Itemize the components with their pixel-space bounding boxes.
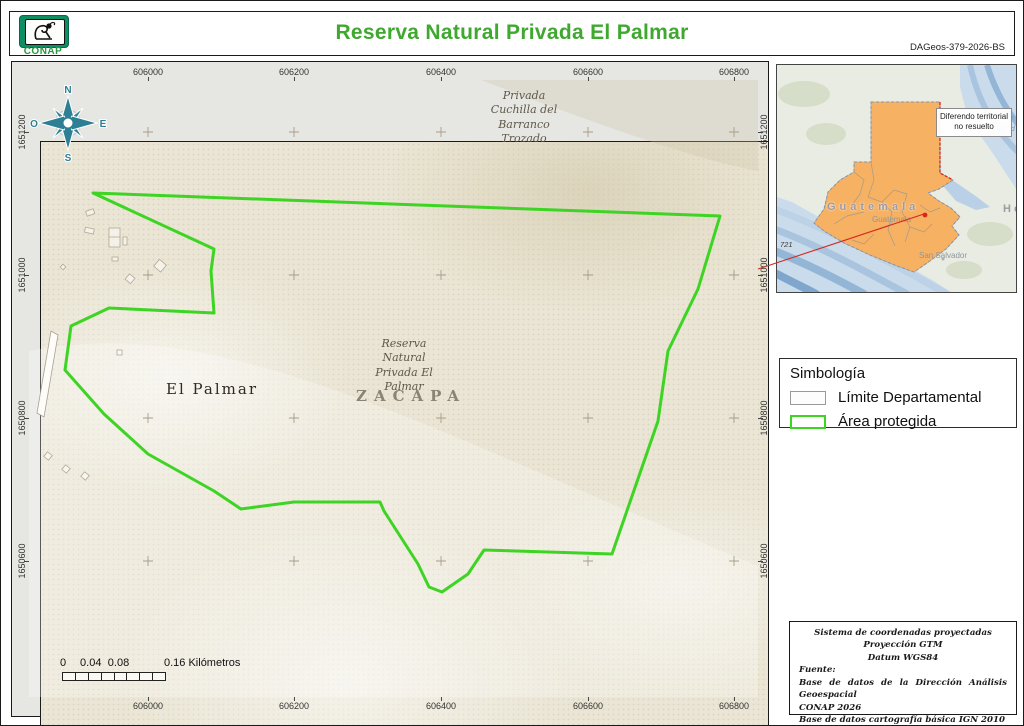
frame-tick <box>758 418 763 419</box>
label-el-palmar: El Palmar <box>166 380 258 398</box>
locator-inset-map: Guatemala Guatemala San Salvador Ho 721 … <box>776 64 1017 293</box>
label-departamento-zacapa: ZACAPA <box>356 387 466 405</box>
coord-bottom: 606000 <box>133 701 163 711</box>
compass-east-label: E <box>100 119 107 130</box>
scale-bar: 0 0.04 0.08 0.16 Kilómetros <box>51 657 271 689</box>
projection-line: Proyección GTM <box>799 639 1007 651</box>
coord-bottom: 606600 <box>573 701 603 711</box>
document-code: DAGeos-379-2026-BS <box>910 42 1005 53</box>
label-reserva: Reserva Natural Privada El Palmar <box>372 337 436 394</box>
frame-tick <box>24 561 29 562</box>
frame-tick <box>24 132 29 133</box>
inset-city-san-salvador: San Salvador <box>919 251 967 260</box>
crs-line: Sistema de coordenadas proyectadas <box>799 627 1007 639</box>
coord-top: 606600 <box>573 67 603 77</box>
compass-west-label: O <box>30 119 38 130</box>
legend-item-area: Área protegida <box>790 413 1006 430</box>
legend-title: Simbología <box>790 365 1006 382</box>
scale-bar-cells <box>63 672 166 681</box>
inset-map-graphic <box>777 65 1017 293</box>
frame-tick <box>758 561 763 562</box>
inset-country-label: Guatemala <box>827 201 919 213</box>
legend: Simbología Límite Departamental Área pro… <box>779 358 1017 428</box>
coord-top: 606400 <box>426 67 456 77</box>
compass-rose-icon: N E S O <box>30 85 107 164</box>
scale-label: 0.04 <box>80 657 101 669</box>
map-sheet: CONAP Reserva Natural Privada El Palmar … <box>0 0 1024 726</box>
coord-bottom: 606200 <box>279 701 309 711</box>
frame-tick <box>24 418 29 419</box>
reserve-location-marker <box>923 213 928 218</box>
scale-label: 0 <box>60 657 66 669</box>
coord-bottom: 606400 <box>426 701 456 711</box>
coord-top: 606000 <box>133 67 163 77</box>
inset-number-label: 721 <box>780 240 793 249</box>
scale-label: 0.16 Kilómetros <box>164 657 240 669</box>
coord-bottom: 606800 <box>719 701 749 711</box>
source-line-1: Base de datos de la Dirección Análisis G… <box>799 677 1007 702</box>
source-line-2: CONAP 2026 <box>799 702 1007 714</box>
coord-top: 606800 <box>719 67 749 77</box>
legend-item-limite: Límite Departamental <box>790 389 1006 406</box>
page-title: Reserva Natural Privada El Palmar <box>10 21 1014 45</box>
scale-label: 0.08 <box>108 657 129 669</box>
source-line-3: Base de datos cartografía básica IGN 201… <box>799 714 1007 726</box>
label-finca-privada: Privada Cuchilla del Barranco Trozado <box>488 89 560 146</box>
coord-top: 606200 <box>279 67 309 77</box>
compass-north-label: N <box>64 85 71 96</box>
source-info-box: Sistema de coordenadas proyectadas Proye… <box>789 621 1017 715</box>
compass-south-label: S <box>65 153 72 164</box>
protected-area-swatch <box>790 415 826 429</box>
frame-tick <box>24 275 29 276</box>
departmental-boundary-swatch <box>790 391 826 405</box>
frame-tick <box>758 275 763 276</box>
datum-line: Datum WGS84 <box>799 652 1007 664</box>
territorial-note: Diferendo territorial no resuelto <box>936 108 1012 137</box>
inset-city-guatemala: Guatemala <box>872 215 911 224</box>
inset-honduras-partial-label: Ho <box>1003 203 1017 215</box>
header-bar: CONAP Reserva Natural Privada El Palmar … <box>9 11 1015 56</box>
frame-tick <box>758 132 763 133</box>
source-heading: Fuente: <box>799 664 1007 676</box>
conap-logo-text: CONAP <box>18 46 68 57</box>
